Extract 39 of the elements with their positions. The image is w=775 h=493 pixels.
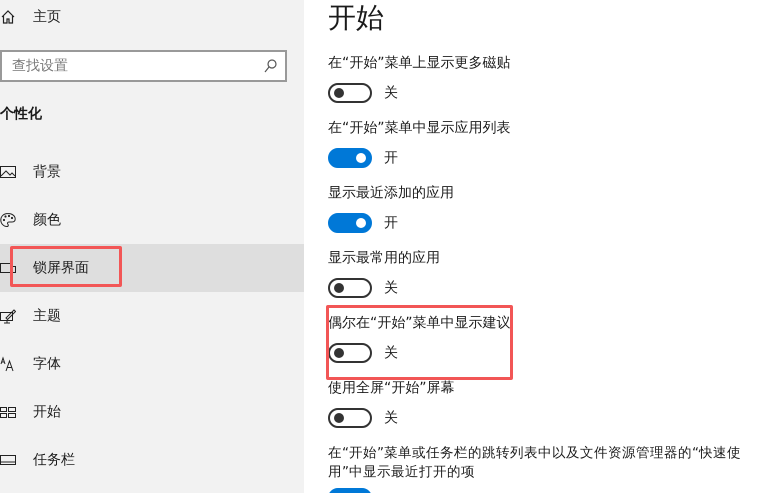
picture-icon (0, 164, 16, 180)
taskbar-icon (0, 452, 16, 468)
sidebar-item[interactable]: 任务栏 (0, 436, 304, 484)
toggle-switch[interactable] (328, 148, 372, 168)
palette-icon (0, 212, 16, 228)
toggle-switch[interactable] (328, 278, 372, 298)
toggle-switch[interactable] (328, 343, 372, 363)
search-field[interactable]: 查找设置 (0, 50, 287, 82)
sidebar-item[interactable]: 字体 (0, 340, 304, 388)
toggle-state: 关 (384, 279, 398, 297)
toggle-state: 关 (384, 409, 398, 427)
toggle-state: 开 (384, 149, 398, 167)
sidebar-item[interactable]: 颜色 (0, 196, 304, 244)
section-title: 个性化 (0, 105, 43, 124)
sidebar-item[interactable]: 背景 (0, 148, 304, 196)
toggle-switch[interactable] (328, 408, 372, 428)
search-icon (263, 58, 279, 74)
setting-label: 偶尔在“开始”菜单中显示建议 (328, 314, 512, 333)
toggle-state: 开 (384, 214, 398, 232)
toggle-switch[interactable] (328, 83, 372, 103)
setting-label: 在“开始”菜单或任务栏的跳转列表中以及文件资源管理器的“快速使用”中显示最近打开的项 (328, 444, 742, 482)
toggle-state: 关 (384, 344, 398, 362)
setting-label: 在“开始”菜单上显示更多磁贴 (328, 54, 512, 73)
setting-label: 在“开始”菜单中显示应用列表 (328, 119, 512, 138)
sidebar-item[interactable]: 锁屏界面 (0, 244, 304, 292)
setting-label: 使用全屏“开始”屏幕 (328, 379, 456, 398)
home-link[interactable]: 主页 (0, 0, 304, 34)
sidebar-item[interactable]: 主题 (0, 292, 304, 340)
monitor-icon (0, 260, 16, 276)
toggle-switch[interactable] (328, 213, 372, 233)
setting-label: 显示最常用的应用 (328, 249, 441, 268)
home-icon (0, 9, 16, 25)
font-icon (0, 356, 16, 372)
monitor-pen-icon (0, 308, 16, 324)
sidebar-item[interactable]: 开始 (0, 388, 304, 436)
toggle-state: 关 (384, 84, 398, 102)
setting-label: 显示最近添加的应用 (328, 184, 455, 203)
tiles-icon (0, 404, 16, 420)
page-title: 开始 (328, 0, 385, 36)
